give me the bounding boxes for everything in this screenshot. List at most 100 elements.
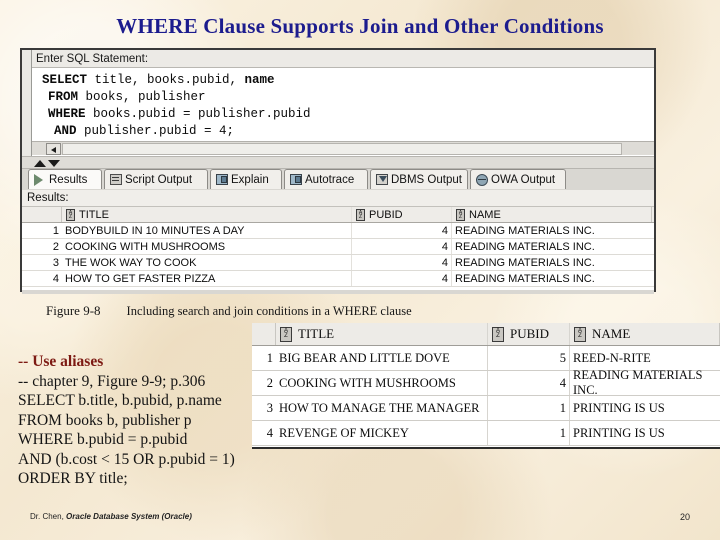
play-triangle-icon bbox=[34, 173, 46, 186]
cell-title: THE WOK WAY TO COOK bbox=[62, 255, 352, 270]
autotrace-icon bbox=[290, 173, 302, 186]
az-sort-icon[interactable]: AZ bbox=[356, 208, 365, 221]
row-number-header bbox=[252, 323, 276, 345]
tab-autotrace[interactable]: Autotrace bbox=[284, 169, 368, 189]
sql-line: WHERE books.pubid = publisher.pubid bbox=[36, 106, 654, 123]
column-header-label: NAME bbox=[592, 326, 631, 341]
tab-label: Results bbox=[49, 173, 88, 186]
figure-number: Figure 9-8 bbox=[46, 303, 101, 318]
table-row[interactable]: 4 HOW TO GET FASTER PIZZA 4 READING MATERIA… bbox=[22, 271, 654, 287]
tab-script-output[interactable]: Script Output bbox=[104, 169, 208, 189]
footer-book: Oracle Database System (Oracle) bbox=[66, 512, 192, 521]
code-line: -- Use aliases bbox=[18, 353, 104, 370]
row-number: 2 bbox=[52, 240, 59, 253]
column-header-title[interactable]: A Z TITLE bbox=[62, 207, 352, 222]
tab-label: Script Output bbox=[125, 173, 193, 186]
sql-text: books, publisher bbox=[78, 90, 206, 104]
tab-label: DBMS Output bbox=[391, 173, 462, 186]
tab-dbms-output[interactable]: DBMS Output bbox=[370, 169, 468, 189]
cell-pubid: 4 bbox=[488, 371, 570, 395]
sql-tool-window: Enter SQL Statement: SELECT title, books… bbox=[20, 48, 656, 294]
sql-keyword: WHERE bbox=[48, 107, 86, 121]
cell-pubid: 4 bbox=[352, 239, 452, 254]
az-sort-icon[interactable]: AZ bbox=[66, 208, 75, 221]
sql-editor-textarea[interactable]: SELECT title, books.pubid, name FROM book… bbox=[32, 69, 654, 141]
column-header-pubid[interactable]: A Z PUBID bbox=[488, 323, 570, 345]
cell-pubid: 4 bbox=[352, 255, 452, 270]
tab-owa-output[interactable]: OWA Output bbox=[470, 169, 566, 189]
row-number-header bbox=[22, 207, 62, 222]
results-grid-2[interactable]: A Z TITLE A Z PUBID A Z NAME 1 BIG BEAR AND LITTLE… bbox=[252, 323, 720, 449]
tab-label: Autotrace bbox=[305, 173, 355, 186]
tab-results[interactable]: Results bbox=[28, 169, 102, 189]
cell-pubid: 4 bbox=[352, 223, 452, 238]
cell-title: HOW TO MANAGE THE MANAGER bbox=[276, 396, 488, 420]
cell-name: READING MATERIALS INC. bbox=[455, 272, 595, 285]
sql-text: books.pubid = publisher.pubid bbox=[85, 107, 311, 121]
sql-keyword: AND bbox=[54, 124, 77, 138]
code-line: -- chapter 9, Figure 9-9; p.306 bbox=[18, 372, 206, 390]
code-line: AND (b.cost < 15 OR p.pubid = 1) bbox=[18, 450, 235, 468]
table-row[interactable]: 4 REVENGE OF MICKEY 1 PRINTING IS US bbox=[252, 421, 720, 446]
az-sort-icon[interactable]: AZ bbox=[456, 208, 465, 221]
cell-name: PRINTING IS US bbox=[573, 400, 665, 415]
table-row[interactable]: 2 COOKING WITH MUSHROOMS 4 READING MATERIAL… bbox=[22, 239, 654, 255]
sql-keyword: FROM bbox=[48, 90, 79, 104]
row-number: 3 bbox=[52, 256, 59, 269]
row-number: 1 bbox=[52, 224, 59, 237]
cell-name: PRINTING IS US bbox=[573, 425, 665, 440]
editor-gutter bbox=[22, 50, 32, 156]
cell-pubid: 1 bbox=[488, 396, 570, 420]
cell-pubid: 4 bbox=[352, 271, 452, 286]
column-header-name[interactable]: A Z NAME bbox=[570, 323, 720, 345]
footer-author: Dr. Chen, bbox=[30, 512, 64, 521]
sql-line: SELECT title, books.pubid, name bbox=[36, 72, 654, 89]
scrollbar-thumb[interactable] bbox=[62, 143, 622, 155]
left-arrow-icon[interactable] bbox=[46, 143, 61, 155]
column-header-pubid[interactable]: A Z PUBID bbox=[352, 207, 452, 222]
column-header-label: PUBID bbox=[369, 208, 403, 221]
collapse-down-icon[interactable] bbox=[48, 160, 60, 167]
page-title: WHERE Clause Supports Join and Other Con… bbox=[116, 14, 604, 38]
column-header-name[interactable]: A Z NAME bbox=[452, 207, 652, 222]
explain-plan-icon bbox=[216, 173, 228, 186]
cell-title: HOW TO GET FASTER PIZZA bbox=[62, 271, 352, 286]
table-row[interactable]: 2 COOKING WITH MUSHROOMS 4 READING MATERIAL… bbox=[252, 368, 720, 397]
code-line: FROM books b, publisher p bbox=[18, 411, 192, 429]
az-sort-icon[interactable]: AZ bbox=[574, 326, 586, 342]
table-row[interactable]: 1 BODYBUILD IN 10 MINUTES A DAY 4 READING M… bbox=[22, 223, 654, 239]
az-sort-icon[interactable]: AZ bbox=[280, 326, 292, 342]
dbms-output-icon bbox=[376, 173, 388, 186]
panel-splitter[interactable] bbox=[22, 156, 654, 169]
column-header-label: TITLE bbox=[298, 326, 335, 341]
editor-horizontal-scrollbar[interactable] bbox=[32, 141, 654, 155]
tab-explain[interactable]: Explain bbox=[210, 169, 282, 189]
cell-pubid: 5 bbox=[488, 346, 570, 370]
column-header-title[interactable]: A Z TITLE bbox=[276, 323, 488, 345]
sql-text: title, books.pubid, bbox=[87, 73, 245, 87]
column-header-label: NAME bbox=[469, 208, 501, 221]
az-sort-icon[interactable]: AZ bbox=[492, 326, 504, 342]
table-row[interactable]: 3 HOW TO MANAGE THE MANAGER 1 PRINTING IS U… bbox=[252, 396, 720, 421]
cell-title: BODYBUILD IN 10 MINUTES A DAY bbox=[62, 223, 352, 238]
cell-name: READING MATERIALS INC. bbox=[455, 240, 595, 253]
sql-editor-panel: Enter SQL Statement: SELECT title, books… bbox=[22, 50, 654, 156]
collapse-up-icon[interactable] bbox=[34, 160, 46, 167]
cell-name: READING MATERIALS INC. bbox=[573, 368, 703, 397]
cell-name: READING MATERIALS INC. bbox=[455, 224, 595, 237]
grid-header-row: A Z TITLE A Z PUBID A Z NAME bbox=[252, 323, 720, 346]
sql-keyword: SELECT bbox=[42, 73, 88, 87]
cell-name: READING MATERIALS INC. bbox=[455, 256, 595, 269]
cell-title: BIG BEAR AND LITTLE DOVE bbox=[276, 346, 488, 370]
results-label: Results: bbox=[22, 190, 654, 207]
grid-header-row: A Z TITLE A Z PUBID A Z NAME bbox=[22, 207, 654, 223]
table-row[interactable]: 3 THE WOK WAY TO COOK 4 READING MATERIALS I… bbox=[22, 255, 654, 271]
column-header-label: TITLE bbox=[79, 208, 109, 221]
sql-keyword: name bbox=[244, 73, 275, 87]
cell-title: REVENGE OF MICKEY bbox=[276, 421, 488, 445]
tab-label: OWA Output bbox=[491, 173, 556, 186]
column-header-label: PUBID bbox=[510, 326, 550, 341]
script-sheet-icon bbox=[110, 173, 122, 186]
cell-title: COOKING WITH MUSHROOMS bbox=[276, 371, 488, 395]
results-grid-1[interactable]: A Z TITLE A Z PUBID A Z NAME 1 BODYBUILD IN 10 MIN… bbox=[22, 207, 654, 290]
